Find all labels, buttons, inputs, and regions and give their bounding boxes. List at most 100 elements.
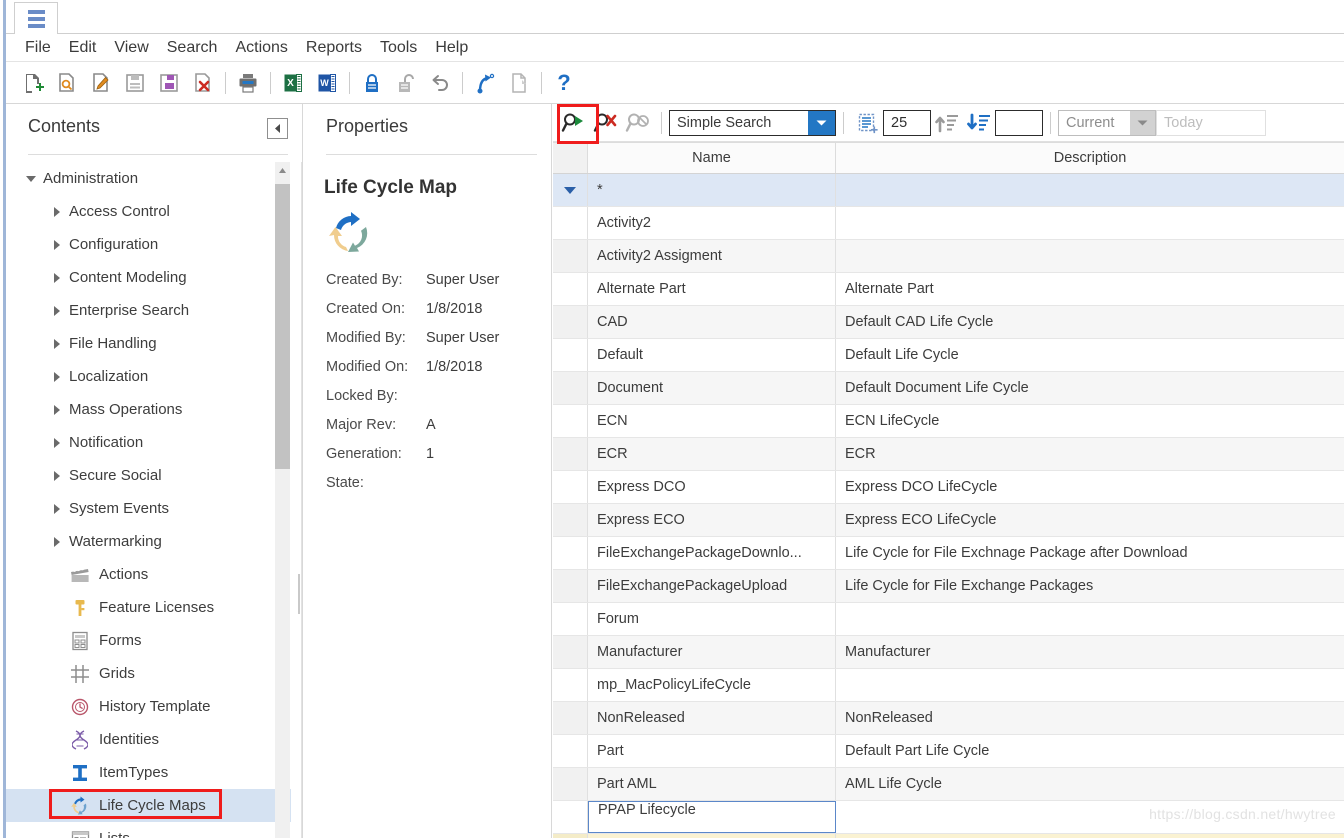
page-up-icon[interactable] (931, 107, 963, 139)
cell-name[interactable]: Express ECO (588, 504, 836, 536)
cell-name[interactable]: ECN (588, 405, 836, 437)
cell-name[interactable]: FileExchangePackageUpload (588, 570, 836, 602)
row-selector-cell[interactable] (553, 405, 588, 437)
filter-description-cell[interactable] (836, 174, 1344, 206)
clear-search-icon[interactable] (590, 107, 622, 139)
cell-name[interactable]: Document (588, 372, 836, 404)
row-selector-cell[interactable] (553, 471, 588, 503)
row-selector-cell[interactable] (553, 504, 588, 536)
page-number-input[interactable] (995, 109, 1043, 136)
row-selector-cell[interactable] (553, 702, 588, 734)
contents-scrollbar[interactable] (275, 162, 290, 838)
export-word-icon[interactable]: W (310, 66, 344, 100)
chevron-down-icon[interactable] (808, 110, 835, 135)
table-row[interactable]: Document Default Document Life Cycle (553, 372, 1344, 405)
sidebar-item-enterprise-search[interactable]: Enterprise Search (6, 294, 291, 327)
table-row[interactable]: Alternate Part Alternate Part (553, 273, 1344, 306)
cell-description[interactable]: ECN LifeCycle (836, 405, 1344, 437)
row-selector-cell[interactable] (553, 669, 588, 701)
export-excel-icon[interactable]: X (276, 66, 310, 100)
run-search-icon[interactable] (558, 107, 590, 139)
cell-name[interactable]: Manufacturer (588, 636, 836, 668)
cell-description[interactable]: Default Life Cycle (836, 339, 1344, 371)
chevron-right-icon[interactable] (50, 337, 64, 351)
cell-name[interactable]: Express DCO (588, 471, 836, 503)
filter-name-cell[interactable]: * (588, 174, 836, 206)
sidebar-item-feature-licenses[interactable]: Feature Licenses (6, 591, 291, 624)
table-row[interactable]: ECN ECN LifeCycle (553, 405, 1344, 438)
chevron-right-icon[interactable] (50, 205, 64, 219)
table-row[interactable]: Part AML AML Life Cycle (553, 768, 1344, 801)
scroll-up-icon[interactable] (275, 162, 290, 178)
cell-description[interactable] (836, 240, 1344, 272)
filter-row-expander[interactable] (553, 174, 588, 206)
cell-name[interactable]: CAD (588, 306, 836, 338)
menu-view[interactable]: View (105, 36, 157, 60)
sidebar-item-content-modeling[interactable]: Content Modeling (6, 261, 291, 294)
new-item-row[interactable] (553, 834, 1344, 838)
column-header-description[interactable]: Description (836, 143, 1344, 173)
save-icon[interactable] (118, 66, 152, 100)
cell-description[interactable] (836, 207, 1344, 239)
row-selector-cell[interactable] (553, 768, 588, 800)
collapse-left-icon[interactable] (267, 118, 288, 139)
promote-icon[interactable] (468, 66, 502, 100)
new-row-selector[interactable] (553, 834, 588, 838)
cell-description[interactable]: Default CAD Life Cycle (836, 306, 1344, 338)
new-row-description-cell[interactable] (836, 834, 1344, 838)
sidebar-item-forms[interactable]: Forms (6, 624, 291, 657)
cell-name[interactable]: Part (588, 735, 836, 767)
menu-actions[interactable]: Actions (226, 36, 296, 60)
cell-name[interactable]: mp_MacPolicyLifeCycle (588, 669, 836, 701)
new-item-icon[interactable] (16, 66, 50, 100)
cell-description[interactable]: Life Cycle for File Exchnage Package aft… (836, 537, 1344, 569)
chevron-right-icon[interactable] (50, 535, 64, 549)
sidebar-item-lists[interactable]: Lists (6, 822, 291, 838)
state-select[interactable]: Current (1058, 109, 1156, 136)
search-mode-select[interactable]: Simple Search (669, 109, 836, 136)
chevron-right-icon[interactable] (50, 271, 64, 285)
sidebar-item-identities[interactable]: Identities (6, 723, 291, 756)
sidebar-item-access-control[interactable]: Access Control (6, 195, 291, 228)
unlock-icon[interactable] (389, 66, 423, 100)
table-row[interactable]: Express ECO Express ECO LifeCycle (553, 504, 1344, 537)
table-row[interactable]: CAD Default CAD Life Cycle (553, 306, 1344, 339)
cell-name[interactable]: PPAP Lifecycle (588, 801, 836, 833)
chevron-right-icon[interactable] (50, 403, 64, 417)
row-selector-cell[interactable] (553, 735, 588, 767)
page-size-input[interactable]: 25 (883, 109, 931, 136)
cell-name[interactable]: FileExchangePackageDownlo... (588, 537, 836, 569)
cell-name[interactable]: Forum (588, 603, 836, 635)
sidebar-item-history-template[interactable]: History Template (6, 690, 291, 723)
menu-search[interactable]: Search (158, 36, 227, 60)
chevron-down-icon[interactable] (24, 172, 38, 186)
chevron-right-icon[interactable] (50, 436, 64, 450)
row-selector-cell[interactable] (553, 438, 588, 470)
row-selector-cell[interactable] (553, 603, 588, 635)
menu-tools[interactable]: Tools (371, 36, 426, 60)
cell-description[interactable]: AML Life Cycle (836, 768, 1344, 800)
undo-icon[interactable] (423, 66, 457, 100)
sidebar-item-actions[interactable]: Actions (6, 558, 291, 591)
cell-description[interactable]: Alternate Part (836, 273, 1344, 305)
row-selector-cell[interactable] (553, 372, 588, 404)
hamburger-menu-icon[interactable] (14, 2, 58, 35)
cell-name[interactable]: Activity2 (588, 207, 836, 239)
cell-name[interactable]: ECR (588, 438, 836, 470)
table-row[interactable]: Default Default Life Cycle (553, 339, 1344, 372)
sidebar-item-mass-operations[interactable]: Mass Operations (6, 393, 291, 426)
delete-icon[interactable] (186, 66, 220, 100)
sidebar-item-configuration[interactable]: Configuration (6, 228, 291, 261)
sidebar-item-grids[interactable]: Grids (6, 657, 291, 690)
cell-description[interactable]: Express DCO LifeCycle (836, 471, 1344, 503)
sidebar-item-life-cycle-maps[interactable]: Life Cycle Maps (6, 789, 291, 822)
menu-file[interactable]: File (16, 36, 60, 60)
table-row[interactable]: Manufacturer Manufacturer (553, 636, 1344, 669)
new-query-icon[interactable] (851, 107, 883, 139)
cell-description[interactable]: Express ECO LifeCycle (836, 504, 1344, 536)
cell-description[interactable] (836, 669, 1344, 701)
cell-name[interactable]: Default (588, 339, 836, 371)
row-selector-cell[interactable] (553, 537, 588, 569)
cell-description[interactable] (836, 801, 1344, 833)
menu-edit[interactable]: Edit (60, 36, 106, 60)
